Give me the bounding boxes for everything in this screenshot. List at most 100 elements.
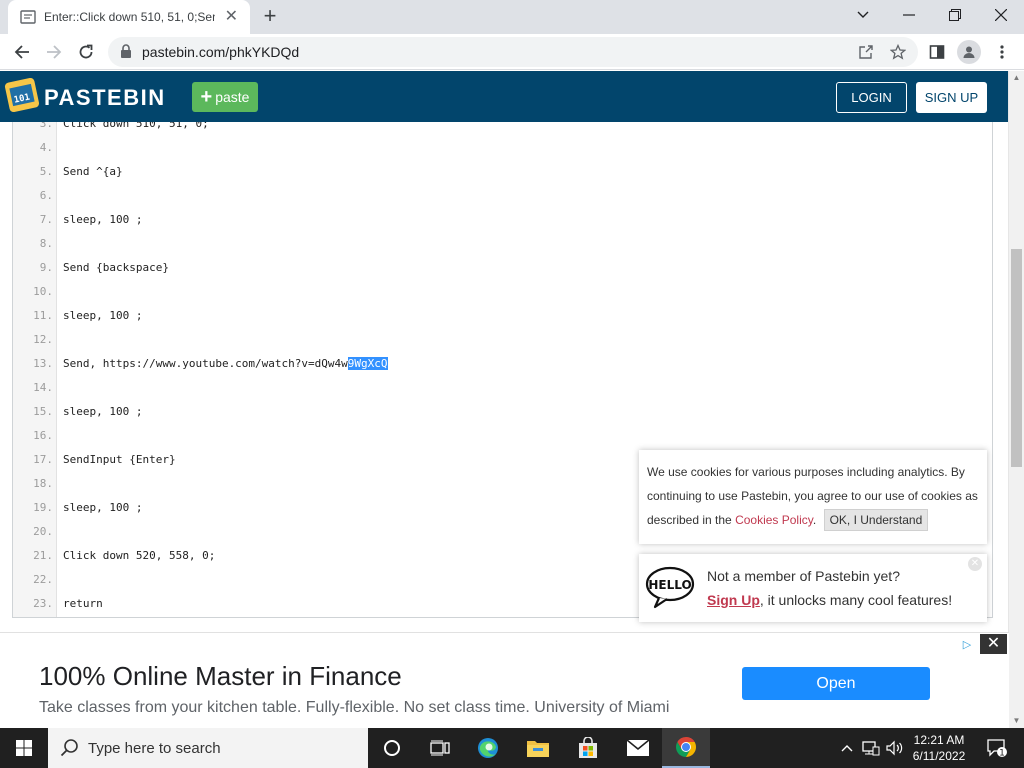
line-number: 23.: [33, 597, 53, 610]
edge-browser-icon[interactable]: [464, 728, 512, 768]
line-text: Click down 520, 558, 0;: [63, 549, 216, 562]
pastebin-logo-icon[interactable]: 101: [4, 77, 40, 113]
ad-title[interactable]: 100% Online Master in Finance: [39, 661, 402, 692]
new-tab-icon[interactable]: +: [258, 5, 282, 28]
line-text: Send, https://www.youtube.com/watch?v=dQ…: [63, 357, 348, 370]
promo-close-icon[interactable]: ✕: [968, 557, 982, 571]
back-icon[interactable]: [8, 38, 36, 66]
ad-subtitle[interactable]: Take classes from your kitchen table. Fu…: [39, 699, 669, 717]
line-number: 14.: [33, 381, 53, 394]
adchoices-icon[interactable]: ▷: [958, 638, 976, 654]
brand-name[interactable]: PASTEBIN: [44, 85, 166, 111]
line-number: 12.: [33, 333, 53, 346]
line-number: 19.: [33, 501, 53, 514]
line-text: sleep, 100 ;: [63, 501, 143, 514]
line-number: 20.: [33, 525, 53, 538]
line-text: sleep, 100 ;: [63, 309, 143, 322]
promo-signup-link[interactable]: Sign Up: [707, 592, 760, 608]
line-text: SendInput {Enter}: [63, 453, 176, 466]
system-clock[interactable]: 12:21 AM 6/11/2022: [906, 732, 972, 764]
cortana-icon[interactable]: [368, 728, 416, 768]
line-number: 3.: [39, 122, 53, 130]
line-number: 6.: [39, 189, 53, 202]
tab-search-chevron-icon[interactable]: [840, 0, 886, 30]
line-number: 21.: [33, 549, 53, 562]
line-text: Send ^{a}: [63, 165, 123, 178]
ad-open-button[interactable]: Open: [742, 667, 930, 700]
line-number: 4.: [39, 141, 53, 154]
login-button[interactable]: LOGIN: [836, 82, 907, 113]
line-content: sleep, 100 ;: [63, 402, 142, 422]
line-content: Send, https://www.youtube.com/watch?v=dQ…: [63, 354, 388, 374]
bookmark-star-icon[interactable]: [888, 42, 908, 62]
side-panel-icon[interactable]: [923, 38, 951, 66]
lock-icon[interactable]: [120, 44, 132, 59]
scrollbar-thumb[interactable]: [1011, 249, 1022, 467]
line-content: return: [63, 594, 103, 614]
line-content: Click down 510, 51, 0;: [63, 122, 209, 134]
restore-icon[interactable]: [932, 0, 978, 30]
network-icon[interactable]: [860, 728, 882, 768]
line-number: 8.: [39, 237, 53, 250]
line-text: Click down 510, 51, 0;: [63, 122, 209, 130]
scroll-up-arrow-icon[interactable]: ▲: [1009, 71, 1024, 85]
ad-content[interactable]: 100% Online Master in Finance Take class…: [20, 639, 988, 727]
show-hidden-icons-chevron-icon[interactable]: [838, 728, 856, 768]
profile-avatar-icon[interactable]: [957, 40, 981, 64]
task-view-icon[interactable]: [416, 728, 464, 768]
scroll-down-arrow-icon[interactable]: ▼: [1009, 714, 1024, 728]
file-explorer-icon[interactable]: [514, 728, 562, 768]
forward-icon[interactable]: [40, 38, 68, 66]
line-content: sleep, 100 ;: [63, 306, 142, 326]
notification-center-icon[interactable]: 1: [982, 728, 1012, 768]
cookies-policy-link[interactable]: Cookies Policy: [735, 513, 813, 527]
taskbar-search-box[interactable]: Type here to search: [48, 728, 368, 768]
windows-taskbar: Type here to search 12:21 AM 6/11/2022 1: [0, 728, 1024, 768]
signup-button[interactable]: SIGN UP: [916, 82, 987, 113]
windows-start-icon[interactable]: [0, 728, 48, 768]
minimize-icon[interactable]: [886, 0, 932, 30]
menu-kebab-icon[interactable]: [988, 38, 1016, 66]
clock-time: 12:21 AM: [913, 733, 965, 747]
line-number: 15.: [33, 405, 53, 418]
new-paste-label: paste: [215, 89, 250, 105]
new-paste-button[interactable]: + paste: [192, 82, 258, 112]
search-icon: [60, 739, 78, 757]
line-content: Send {backspace}: [63, 258, 169, 278]
reload-icon[interactable]: [72, 38, 100, 66]
browser-tab-strip: Enter::Click down 510, 51, 0;Send ✕ +: [0, 0, 1024, 34]
tab-title: Enter::Click down 510, 51, 0;Send: [44, 10, 215, 24]
line-content: sleep, 100 ;: [63, 498, 142, 518]
url-text: pastebin.com/phkYKDQd: [142, 44, 300, 60]
line-number: 22.: [33, 573, 53, 586]
promo-line2-rest: , it unlocks many cool features!: [759, 592, 953, 608]
volume-icon[interactable]: [884, 728, 906, 768]
ad-banner: 100% Online Master in Finance Take class…: [0, 632, 1009, 728]
line-content: Click down 520, 558, 0;: [63, 546, 215, 566]
browser-tab[interactable]: Enter::Click down 510, 51, 0;Send ✕: [8, 0, 250, 34]
line-number: 5.: [39, 165, 53, 178]
cookie-consent-popup: We use cookies for various purposes incl…: [639, 450, 987, 544]
plus-icon: +: [200, 86, 213, 108]
cookie-accept-button[interactable]: OK, I Understand: [823, 509, 929, 531]
share-icon[interactable]: [856, 42, 876, 62]
line-content: Send ^{a}: [63, 162, 123, 182]
promo-line1: Not a member of Pastebin yet?: [707, 568, 900, 584]
microsoft-store-icon[interactable]: [564, 728, 612, 768]
address-bar[interactable]: pastebin.com/phkYKDQd: [108, 37, 918, 67]
page-scrollbar[interactable]: ▲ ▼: [1008, 71, 1024, 728]
cookie-message: We use cookies for various purposes incl…: [647, 460, 982, 532]
line-number: 13.: [33, 357, 53, 370]
pastebin-favicon-icon: [20, 10, 36, 24]
chrome-browser-icon[interactable]: [662, 728, 710, 768]
hello-speech-bubble-icon: HELLO: [645, 566, 695, 609]
line-text: Send {backspace}: [63, 261, 169, 274]
tab-close-icon[interactable]: ✕: [223, 8, 240, 26]
svg-text:HELLO: HELLO: [648, 578, 691, 592]
line-number: 9.: [39, 261, 53, 274]
mail-icon[interactable]: [614, 728, 662, 768]
ad-close-icon[interactable]: ✕: [980, 634, 1007, 654]
line-text: sleep, 100 ;: [63, 405, 143, 418]
close-window-icon[interactable]: [978, 0, 1024, 30]
cookie-text-after: .: [812, 513, 817, 527]
